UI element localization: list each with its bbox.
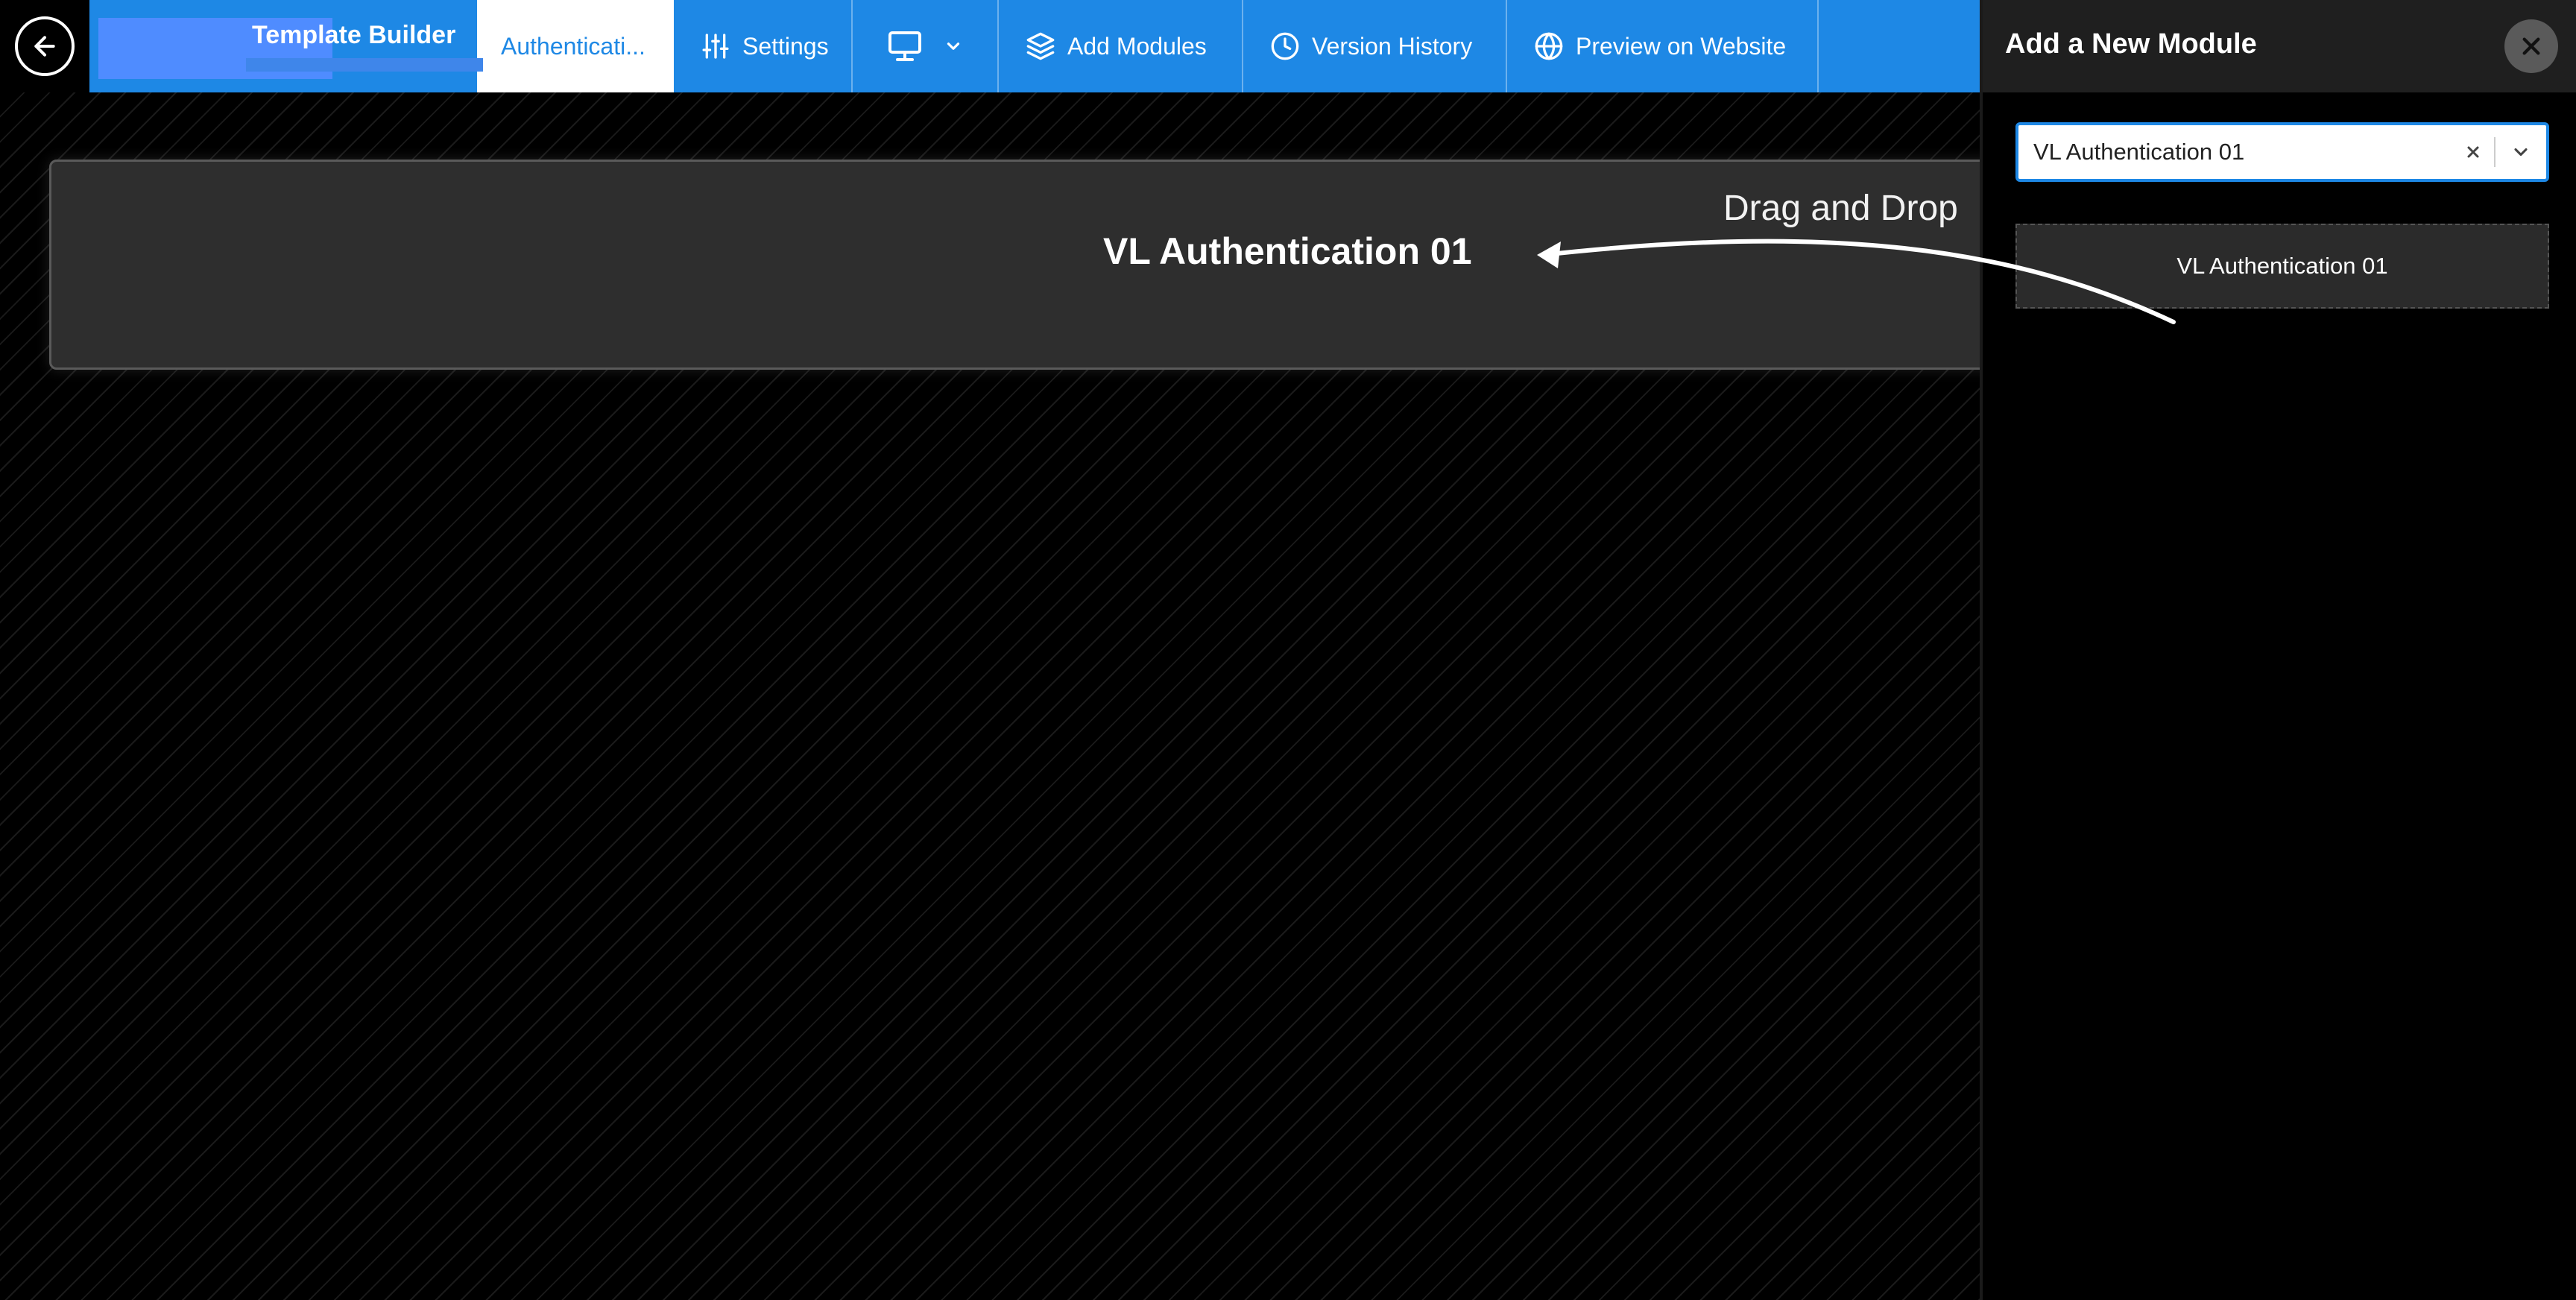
module-select-value: VL Authentication 01	[2033, 139, 2245, 165]
brand-subtitle-placeholder	[246, 58, 483, 72]
tab-preview-on-website[interactable]: Preview on Website	[1507, 0, 1819, 92]
tab-settings[interactable]: Settings	[674, 0, 853, 92]
layers-icon	[1026, 31, 1055, 61]
tab-add-modules[interactable]: Add Modules	[999, 0, 1243, 92]
panel-close-button[interactable]	[2504, 19, 2558, 73]
clear-icon	[2467, 146, 2479, 158]
editor-canvas[interactable]	[0, 92, 2002, 1300]
tab-authentication[interactable]: Authenticati...	[477, 0, 674, 92]
canvas-module-title: VL Authentication 01	[1103, 230, 1472, 272]
page-title: Template Builder	[252, 21, 456, 49]
sliders-icon	[701, 31, 730, 61]
module-card-vl-authentication-01[interactable]: VL Authentication 01	[2015, 224, 2549, 309]
back-button-container	[0, 0, 89, 92]
tab-device-selector[interactable]	[853, 0, 999, 92]
monitor-icon	[887, 30, 923, 63]
tab-label: Preview on Website	[1576, 32, 1787, 60]
chevron-down-icon	[2514, 148, 2528, 157]
brand-area: Template Builder	[89, 0, 483, 92]
select-dropdown-toggle[interactable]	[2496, 125, 2546, 179]
module-select[interactable]: VL Authentication 01	[2015, 122, 2549, 182]
panel-header: Add a New Module	[1983, 0, 2576, 92]
arrow-left-icon	[34, 36, 55, 57]
close-icon	[2522, 37, 2540, 55]
tab-version-history[interactable]: Version History	[1243, 0, 1507, 92]
back-button[interactable]	[15, 16, 75, 76]
panel-title: Add a New Module	[2005, 28, 2257, 60]
tab-label: Add Modules	[1067, 32, 1207, 60]
template-builder-app: Template Builder Authenticati... Setting…	[0, 0, 2576, 1300]
globe-icon	[1534, 31, 1564, 61]
top-toolbar: Template Builder Authenticati... Setting…	[0, 0, 1980, 92]
canvas-module-block[interactable]	[49, 160, 2002, 370]
module-card-label: VL Authentication 01	[2176, 253, 2388, 279]
add-module-panel: Add a New Module VL Authentication 01 VL…	[1980, 0, 2576, 1300]
tab-label: Authenticati...	[501, 32, 645, 60]
clock-icon	[1270, 31, 1300, 61]
drag-and-drop-hint: Drag and Drop	[1723, 189, 1958, 228]
select-clear-button[interactable]	[2452, 125, 2494, 179]
tab-label: Version History	[1312, 32, 1473, 60]
chevron-down-icon	[944, 37, 963, 56]
tab-label: Settings	[742, 32, 829, 60]
